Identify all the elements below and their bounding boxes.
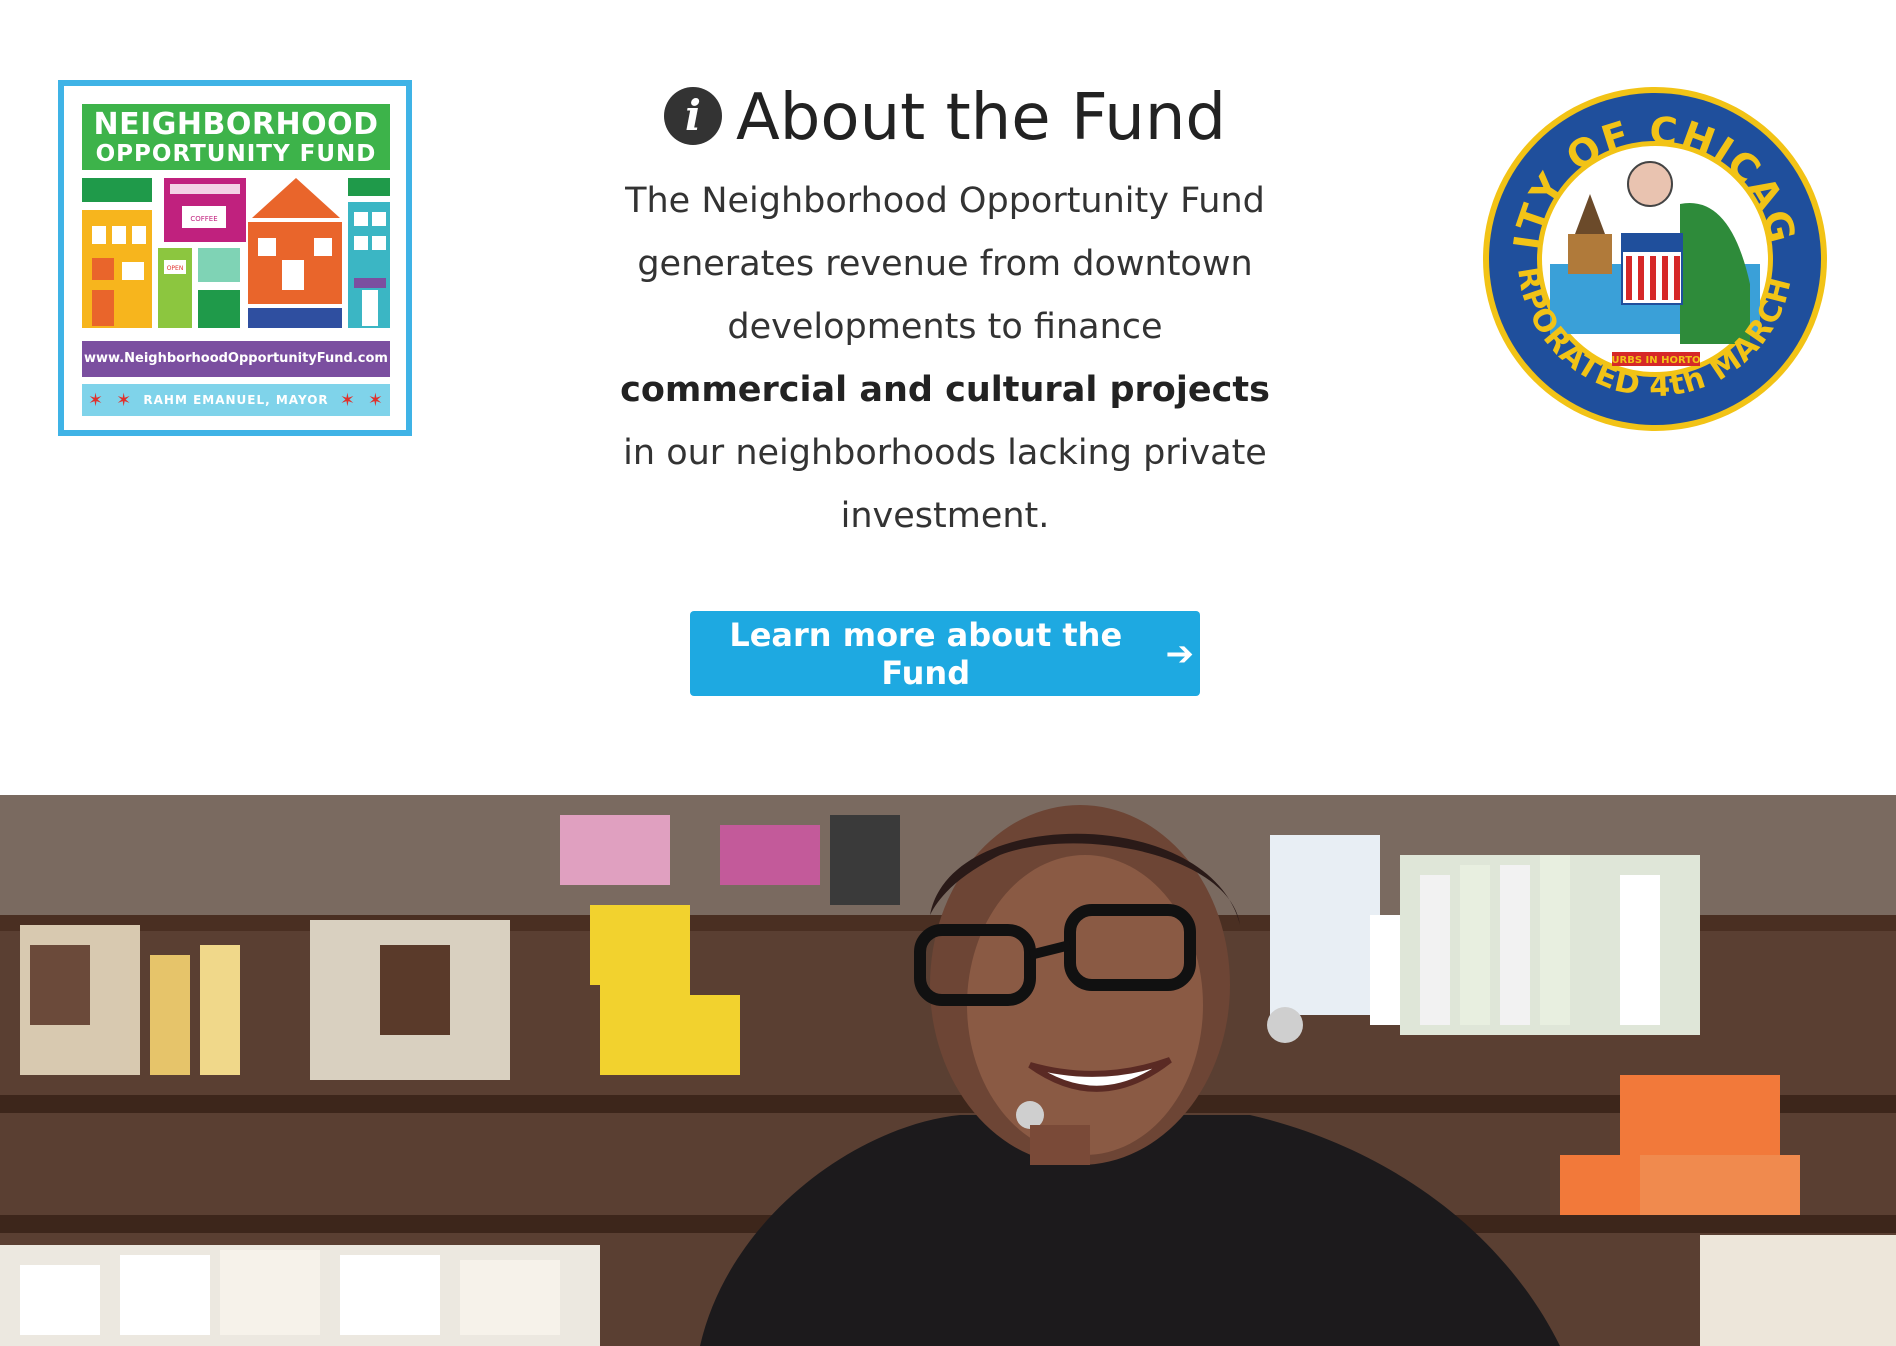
neighborhood-opportunity-fund-logo: NEIGHBORHOOD OPPORTUNITY FUND COFFEE OPE… <box>58 80 412 436</box>
star-icon: ✶ <box>88 389 105 411</box>
logo-mayor-band: ✶ ✶ RAHM EMANUEL, MAYOR ✶ ✶ <box>82 384 390 416</box>
store-owner-photo <box>0 795 1896 1346</box>
city-of-chicago-seal: URBS IN HORTO CITY OF CHICAGO INCORPORAT… <box>1480 84 1827 431</box>
learn-more-label: Learn more about the Fund <box>729 615 1123 692</box>
description-text-1: The Neighborhood Opportunity Fund genera… <box>625 181 1265 347</box>
logo-title-line1: NEIGHBORHOOD <box>93 107 379 142</box>
star-icon: ✶ <box>339 389 356 411</box>
star-icon: ✶ <box>116 389 133 411</box>
logo-title-line2: OPPORTUNITY FUND <box>95 141 377 167</box>
about-heading-text: About the Fund <box>736 81 1226 155</box>
description-bold-text: commercial and cultural projects <box>620 370 1270 410</box>
learn-more-button[interactable]: Learn more about the Fund ➔ <box>690 611 1200 696</box>
open-sign: OPEN <box>167 265 184 272</box>
storefronts-illustration: COFFEE OPEN <box>82 178 390 328</box>
about-heading: i About the Fund <box>560 78 1330 158</box>
about-description: The Neighborhood Opportunity Fund genera… <box>610 170 1280 548</box>
info-circle-icon: i <box>664 87 722 146</box>
logo-title: NEIGHBORHOOD OPPORTUNITY FUND <box>82 104 390 170</box>
coffee-sign: COFFEE <box>190 215 217 223</box>
logo-mayor-text: RAHM EMANUEL, MAYOR <box>143 393 329 407</box>
logo-url: www.NeighborhoodOpportunityFund.com <box>82 341 390 377</box>
star-icon: ✶ <box>367 389 385 411</box>
arrow-right-icon: ➔ <box>1165 633 1195 674</box>
description-text-2: in our neighborhoods lacking private inv… <box>623 433 1267 536</box>
